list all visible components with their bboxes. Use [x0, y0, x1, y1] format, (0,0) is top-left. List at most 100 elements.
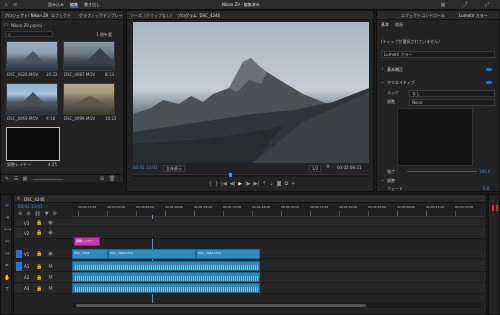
- video-clip[interactable]: DSC_4048.MOV: [108, 249, 196, 259]
- playhead-timecode[interactable]: 00:01:13:01: [133, 165, 157, 170]
- go-to-in-icon[interactable]: |◀: [221, 181, 227, 189]
- clip-thumbnail[interactable]: [6, 83, 58, 115]
- delete-icon[interactable]: 🗑: [109, 176, 115, 182]
- type-tool-icon[interactable]: T: [4, 287, 10, 293]
- subtab-draw[interactable]: 描画: [395, 22, 403, 27]
- clip-thumbnail[interactable]: [63, 83, 115, 115]
- video-preview[interactable]: [133, 22, 369, 163]
- monitor-playhead[interactable]: [229, 173, 232, 177]
- play-icon[interactable]: ▶: [238, 181, 242, 189]
- slip-tool-icon[interactable]: ↔: [4, 251, 10, 257]
- video-clip[interactable]: DSC_4024: [72, 249, 108, 259]
- grid-view-icon[interactable]: ▦: [22, 176, 28, 182]
- lock-icon[interactable]: 🔒: [36, 275, 42, 281]
- lock-icon[interactable]: 🔒: [36, 264, 42, 270]
- fullscreen-icon[interactable]: ⤢: [484, 2, 490, 8]
- track-select-icon[interactable]: ⇥: [4, 215, 10, 221]
- section-toggle[interactable]: [486, 81, 492, 84]
- audio-clip[interactable]: [72, 261, 260, 271]
- step-forward-icon[interactable]: |▶: [245, 181, 251, 189]
- sequence-tab[interactable]: DSC_4246: [24, 197, 45, 202]
- adjustment-layer-thumbnail[interactable]: [6, 127, 60, 161]
- workspace-icon[interactable]: ▦: [440, 2, 446, 8]
- home-icon[interactable]: ⌂: [3, 2, 9, 8]
- audio-clip[interactable]: [72, 272, 260, 282]
- lock-icon[interactable]: 🔒: [36, 230, 42, 236]
- mute-icon[interactable]: M: [48, 286, 53, 292]
- section-creative[interactable]: クリエイティブ: [387, 80, 415, 85]
- quality-dropdown[interactable]: 1/2: [309, 165, 322, 172]
- zoom-slider[interactable]: [33, 179, 63, 180]
- intensity-slider[interactable]: [407, 171, 477, 172]
- search-input[interactable]: ⌕: [5, 31, 53, 38]
- section-basic-correction[interactable]: 基本補正: [387, 67, 403, 72]
- extract-icon[interactable]: ⇣: [269, 181, 273, 189]
- track-target[interactable]: [16, 220, 22, 226]
- chevron-down-icon[interactable]: ⌄: [380, 79, 385, 85]
- eye-icon[interactable]: ◉: [48, 251, 53, 257]
- lift-icon[interactable]: ⇡: [262, 181, 266, 189]
- camera-icon[interactable]: ◙: [277, 181, 282, 189]
- compare-icon[interactable]: ⧉: [284, 181, 288, 189]
- audio-clip[interactable]: [72, 283, 260, 293]
- tab-project[interactable]: プロジェクト: Nikon Z9: [4, 13, 48, 18]
- look-preview[interactable]: [397, 108, 473, 166]
- fit-dropdown[interactable]: 全体表示: [163, 165, 185, 172]
- track-target[interactable]: [16, 228, 22, 238]
- quick-export-icon[interactable]: ⤴: [462, 2, 468, 8]
- track-label[interactable]: V3: [24, 221, 29, 226]
- look-dropdown[interactable]: なし: [409, 90, 495, 97]
- go-to-out-icon[interactable]: ▶|: [254, 181, 260, 189]
- track-label[interactable]: V1: [24, 252, 29, 257]
- tab-lumetri[interactable]: Lumetri カラー: [459, 13, 488, 18]
- tab-export[interactable]: 書き出し: [84, 2, 100, 7]
- eye-icon[interactable]: ◉: [48, 220, 53, 226]
- clip-thumbnail[interactable]: [63, 41, 116, 71]
- mark-in-icon[interactable]: {: [209, 181, 212, 189]
- chevron-down-icon[interactable]: ⌄: [380, 177, 385, 183]
- tab-import[interactable]: 読み込み: [48, 2, 64, 7]
- chevron-right-icon[interactable]: ›: [380, 66, 385, 72]
- razor-icon[interactable]: ✂: [4, 239, 10, 245]
- mark-out-icon[interactable]: }: [215, 181, 218, 189]
- track-label[interactable]: A1: [24, 264, 29, 269]
- list-view-icon[interactable]: ☰: [13, 176, 19, 182]
- lock-icon[interactable]: 🔒: [36, 251, 42, 257]
- section-adjust[interactable]: 調整: [387, 178, 395, 183]
- tab-effect-controls[interactable]: エフェクトコントロール: [401, 13, 445, 18]
- tab-edit[interactable]: 編集: [70, 2, 78, 8]
- tab-source[interactable]: ソース: (クリップなし): [130, 13, 172, 18]
- tab-graphic-templates[interactable]: グラフィックテンプレート: [79, 13, 123, 18]
- selection-tool-icon[interactable]: ➤: [4, 203, 10, 209]
- clip-thumbnail[interactable]: [6, 41, 58, 71]
- menu-icon[interactable]: ≡: [12, 2, 18, 8]
- track-label[interactable]: A2: [24, 275, 29, 280]
- mute-icon[interactable]: M: [48, 275, 53, 281]
- vibrance-value[interactable]: 0.0: [483, 186, 489, 191]
- adjust-dropdown[interactable]: None: [409, 99, 495, 106]
- scrollbar-thumb[interactable]: [76, 304, 366, 307]
- new-item-icon[interactable]: ⊞: [99, 176, 105, 182]
- add-button-icon[interactable]: +: [291, 181, 295, 189]
- eye-icon[interactable]: ◉: [48, 230, 53, 236]
- timeline-scrollbar[interactable]: [72, 303, 484, 308]
- pen-tool-icon[interactable]: ✒: [4, 263, 10, 269]
- track-target[interactable]: [16, 273, 22, 282]
- lock-icon[interactable]: 🔒: [36, 220, 42, 226]
- subtab-basic[interactable]: 基本: [381, 22, 389, 27]
- track-target[interactable]: [16, 284, 22, 293]
- close-icon[interactable]: ×: [16, 196, 21, 202]
- track-label[interactable]: A3: [24, 286, 29, 291]
- ripple-edit-icon[interactable]: ⟷: [4, 227, 11, 233]
- intensity-value[interactable]: 100.0: [479, 169, 490, 174]
- step-back-icon[interactable]: ◀|: [230, 181, 236, 189]
- time-ruler[interactable]: 00:00:15:00 00:00:30:00 00:00:45:00 00:01:0…: [72, 204, 484, 217]
- track-label[interactable]: V2: [24, 231, 29, 236]
- lock-icon[interactable]: 🔒: [36, 286, 42, 292]
- monitor-scrubber[interactable]: [133, 173, 369, 177]
- pencil-icon[interactable]: ✎: [4, 176, 10, 182]
- track-target[interactable]: [16, 250, 22, 258]
- track-target[interactable]: [16, 262, 22, 271]
- mute-icon[interactable]: M: [48, 264, 53, 270]
- section-toggle[interactable]: [486, 68, 492, 71]
